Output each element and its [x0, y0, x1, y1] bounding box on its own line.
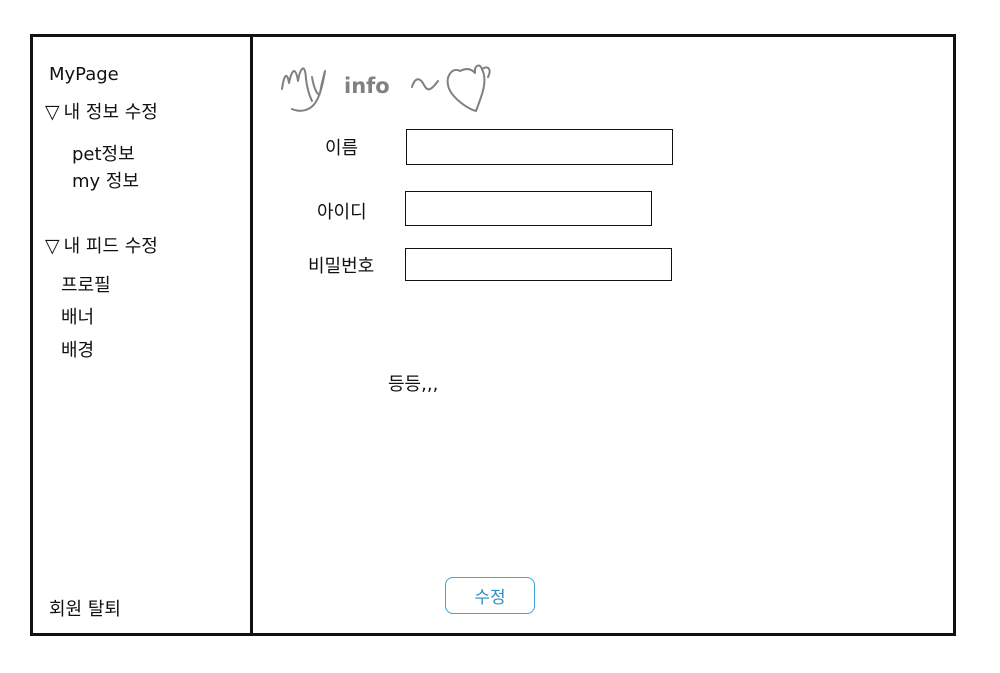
- sidebar: MyPage ▽ 내 정보 수정 pet정보 my 정보 ▽ 내 피드 수정 프로필…: [33, 37, 250, 633]
- password-label: 비밀번호: [308, 256, 375, 277]
- triangle-down-icon: ▽: [45, 101, 60, 123]
- sidebar-section-feed-label: 내 피드 수정: [63, 236, 158, 257]
- name-input[interactable]: [406, 129, 673, 165]
- sidebar-section-info-label: 내 정보 수정: [63, 102, 158, 123]
- logo-scribble-icon: info: [281, 64, 491, 112]
- edit-button[interactable]: 수정: [445, 577, 535, 614]
- name-label: 이름: [325, 138, 359, 159]
- sidebar-section-feed[interactable]: ▽ 내 피드 수정: [45, 232, 158, 258]
- sidebar-item-background[interactable]: 배경: [61, 336, 94, 362]
- main-panel: info 이름 아이디 비밀번호 등등,,, 수정: [253, 37, 953, 633]
- etc-text: 등등,,,: [388, 374, 439, 395]
- id-input[interactable]: [405, 191, 652, 226]
- sidebar-item-my-info[interactable]: my 정보: [72, 167, 139, 193]
- sidebar-item-profile[interactable]: 프로필: [61, 271, 111, 297]
- sidebar-item-pet-info[interactable]: pet정보: [72, 140, 135, 166]
- sidebar-title: MyPage: [49, 64, 119, 85]
- triangle-down-icon: ▽: [45, 235, 60, 257]
- my-info-logo: info: [278, 59, 513, 123]
- page-frame: MyPage ▽ 내 정보 수정 pet정보 my 정보 ▽ 내 피드 수정 프로필…: [30, 34, 956, 636]
- password-input[interactable]: [405, 248, 672, 281]
- sidebar-item-banner[interactable]: 배너: [61, 303, 94, 329]
- id-label: 아이디: [317, 202, 367, 223]
- logo-info-text: info: [344, 74, 390, 98]
- withdraw-link[interactable]: 회원 탈퇴: [49, 595, 121, 621]
- sidebar-section-info[interactable]: ▽ 내 정보 수정: [45, 98, 158, 124]
